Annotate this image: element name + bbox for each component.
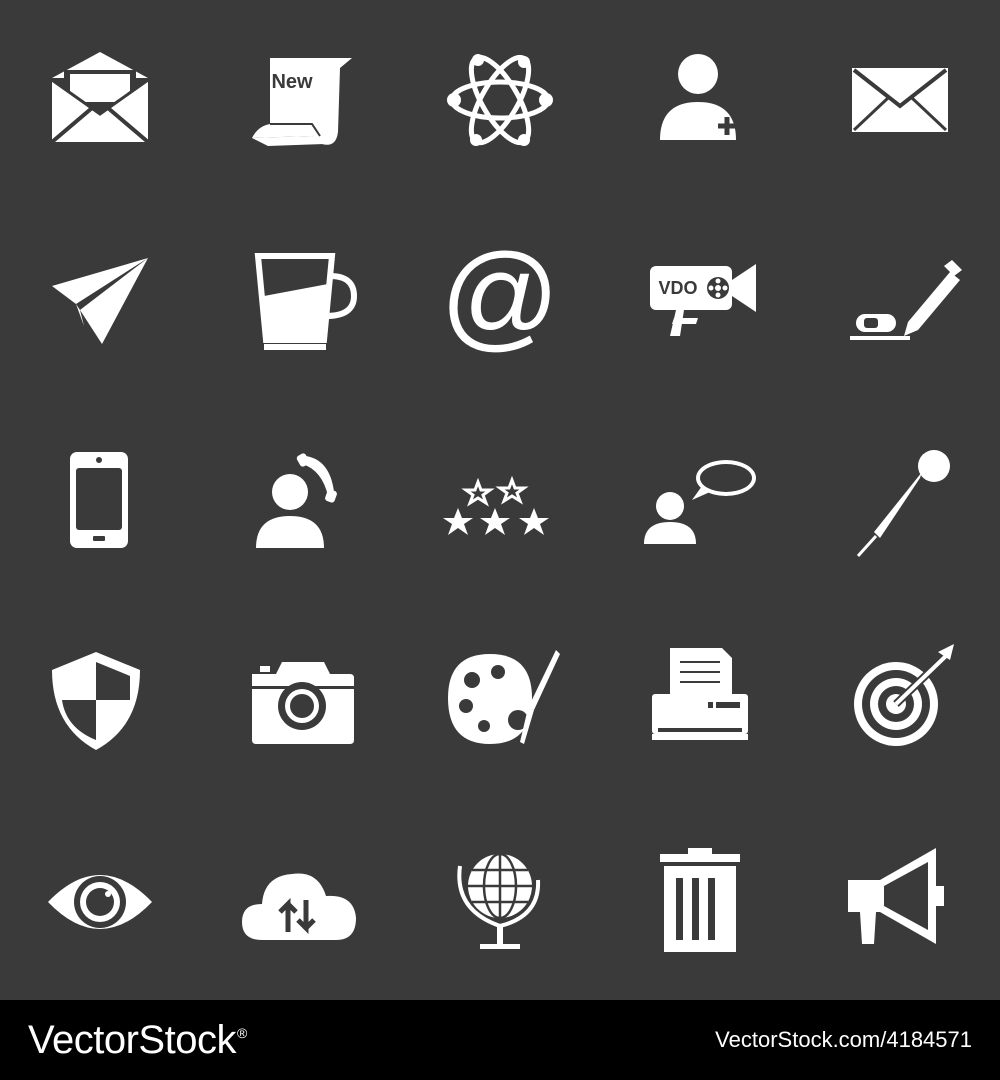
camera-icon <box>252 662 354 744</box>
atom-cell <box>400 0 600 200</box>
smartphone-cell <box>0 400 200 600</box>
at-sign-cell: @ <box>400 200 600 400</box>
user-phone-cell <box>200 400 400 600</box>
icon-set-canvas: New @ VDO <box>0 0 1000 1000</box>
eye-icon <box>48 875 152 929</box>
user-speech-bubble-icon <box>644 460 756 544</box>
shield-cell <box>0 600 200 800</box>
vdo-label: VDO <box>658 278 697 298</box>
stars-rating-icon <box>443 475 549 535</box>
shield-icon <box>52 652 140 750</box>
target-dart-icon <box>854 644 954 746</box>
printer-icon <box>652 648 748 740</box>
camera-cell <box>200 600 400 800</box>
target-dart-cell <box>800 600 1000 800</box>
new-scroll-cell: New <box>200 0 400 200</box>
user-speech-bubble-cell <box>600 400 800 600</box>
registered-mark: ® <box>236 1025 247 1042</box>
eraser-pencil-icon <box>850 260 962 340</box>
paper-plane-cell <box>0 200 200 400</box>
microphone-cell <box>800 400 1000 600</box>
icon-grid: New @ VDO <box>0 0 1000 1000</box>
new-label: New <box>271 71 313 93</box>
cloud-transfer-icon <box>242 873 356 940</box>
cloud-transfer-cell <box>200 800 400 1000</box>
open-envelope-icon <box>50 52 150 144</box>
paper-plane-icon <box>52 258 148 344</box>
coffee-cup-cell <box>200 200 400 400</box>
trash-can-cell <box>600 800 800 1000</box>
at-sign-icon: @ <box>440 230 560 362</box>
brand-name: VectorStock <box>28 1017 236 1062</box>
megaphone-cell <box>800 800 1000 1000</box>
watermark-footer: VectorStock® VectorStock.com/4184571 <box>0 1000 1000 1080</box>
eye-cell <box>0 800 200 1000</box>
atom-icon <box>447 54 553 146</box>
vectorstock-logo: VectorStock® <box>28 1018 247 1063</box>
coffee-cup-icon <box>254 253 358 350</box>
microphone-icon <box>856 450 950 558</box>
envelope-icon <box>852 68 948 132</box>
add-user-cell <box>600 0 800 200</box>
envelope-cell <box>800 0 1000 200</box>
paint-palette-cell <box>400 600 600 800</box>
globe-icon <box>457 852 541 949</box>
stars-rating-cell <box>400 400 600 600</box>
at-sign-label: @ <box>440 230 560 362</box>
video-camera-cell: VDO <box>600 200 800 400</box>
user-phone-icon <box>256 453 337 548</box>
add-user-icon <box>660 54 736 140</box>
trash-can-icon <box>660 848 740 952</box>
megaphone-icon <box>848 848 944 944</box>
video-camera-icon: VDO <box>650 264 756 336</box>
printer-cell <box>600 600 800 800</box>
globe-cell <box>400 800 600 1000</box>
paint-palette-icon <box>448 650 560 744</box>
open-envelope-cell <box>0 0 200 200</box>
eraser-pencil-cell <box>800 200 1000 400</box>
new-scroll-icon: New <box>252 58 352 146</box>
image-url: VectorStock.com/4184571 <box>715 1027 972 1052</box>
smartphone-icon <box>70 452 128 548</box>
